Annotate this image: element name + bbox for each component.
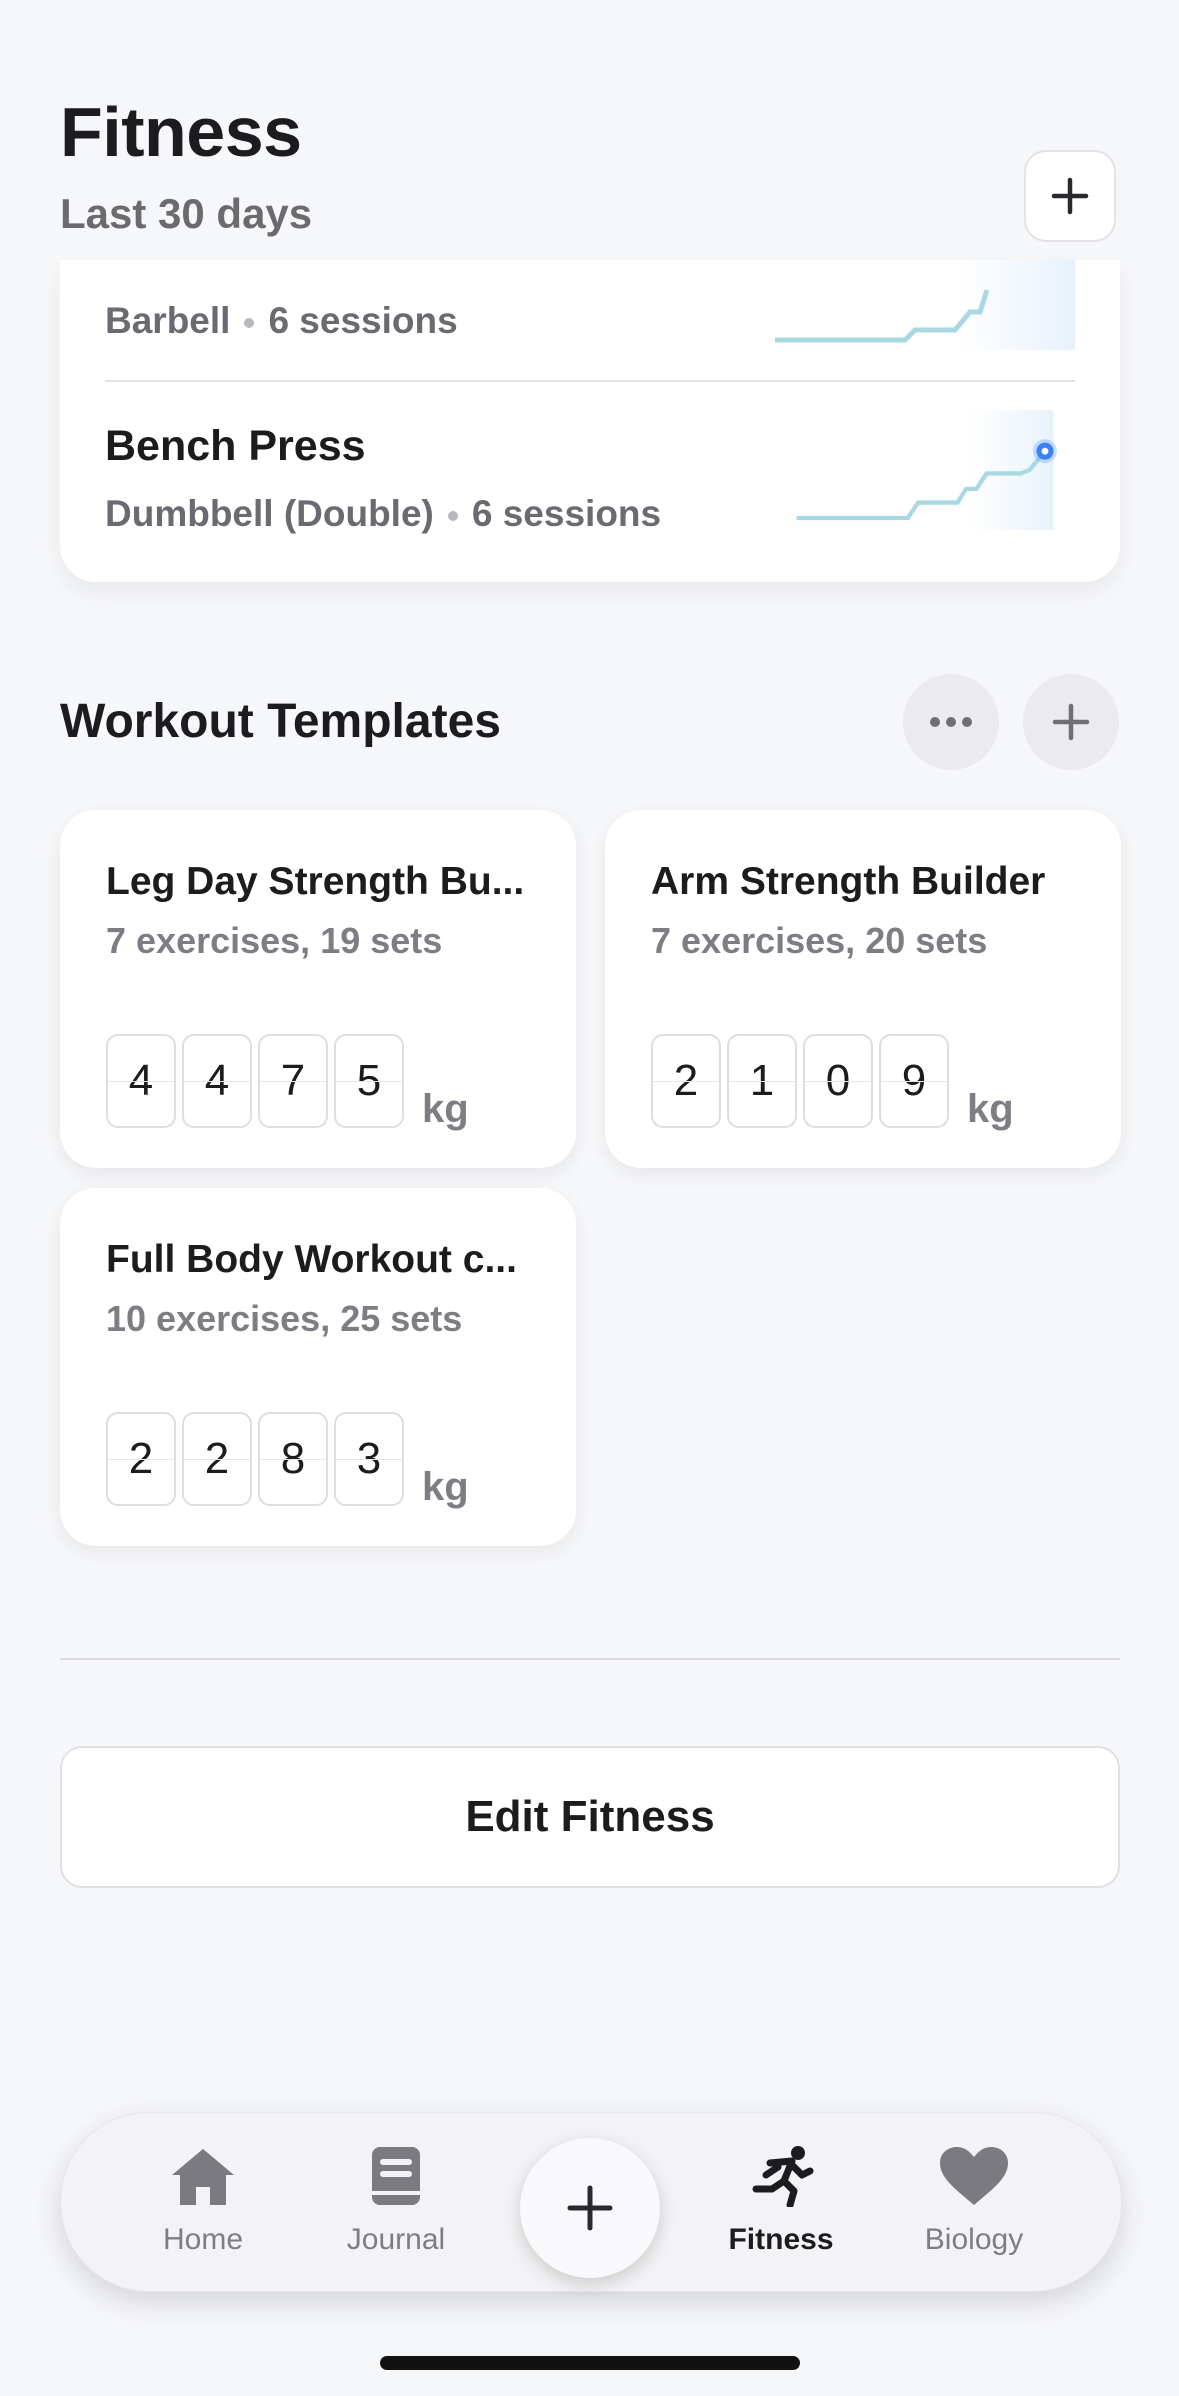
- volume-digit: 5: [334, 1034, 404, 1128]
- home-indicator: [380, 2356, 800, 2370]
- section-divider: [60, 1658, 1120, 1660]
- volume-unit: kg: [422, 1465, 469, 1509]
- plus-icon: [1052, 703, 1090, 741]
- exercise-list-card: Barbell 6 sessions Bench Press Dumbbell (…: [60, 260, 1120, 582]
- more-button[interactable]: [903, 674, 999, 770]
- volume-digit: 2: [106, 1412, 176, 1506]
- volume-digit: 9: [879, 1034, 949, 1128]
- template-name: Full Body Workout c...: [106, 1238, 517, 1281]
- exercise-sparkline: [796, 410, 1057, 530]
- volume-digit: 4: [182, 1034, 252, 1128]
- tab-label: Fitness: [728, 2223, 834, 2256]
- add-template-button[interactable]: [1023, 674, 1119, 770]
- add-button[interactable]: [1024, 150, 1116, 242]
- ellipsis-icon: [930, 717, 972, 727]
- quick-add-button[interactable]: [520, 2138, 660, 2278]
- template-card-arm-strength[interactable]: Arm Strength Builder 7 exercises, 20 set…: [605, 810, 1121, 1168]
- volume-digit: 2: [182, 1412, 252, 1506]
- template-card-leg-day[interactable]: Leg Day Strength Bu... 7 exercises, 19 s…: [60, 810, 576, 1168]
- tab-label: Journal: [346, 2223, 446, 2256]
- volume-digit: 7: [258, 1034, 328, 1128]
- heart-icon: [940, 2147, 1008, 2205]
- tab-journal[interactable]: Journal: [316, 2141, 476, 2257]
- page-subtitle: Last 30 days: [60, 190, 313, 237]
- volume-counter: 2 1 0 9 kg: [651, 1034, 1014, 1131]
- volume-unit: kg: [967, 1087, 1014, 1131]
- exercise-sparkline: [775, 260, 1075, 350]
- volume-digit: 0: [803, 1034, 873, 1128]
- tab-home[interactable]: Home: [123, 2141, 283, 2257]
- volume-digit: 4: [106, 1034, 176, 1128]
- tab-label: Biology: [924, 2223, 1024, 2256]
- section-title: Workout Templates: [60, 695, 501, 748]
- template-meta: 10 exercises, 25 sets: [106, 1298, 463, 1339]
- template-name: Arm Strength Builder: [651, 860, 1046, 903]
- home-icon: [172, 2149, 234, 2205]
- running-icon: [752, 2146, 814, 2207]
- volume-digit: 3: [334, 1412, 404, 1506]
- tab-label: Home: [162, 2223, 244, 2256]
- book-icon: [372, 2147, 420, 2205]
- volume-digit: 1: [727, 1034, 797, 1128]
- template-card-full-body[interactable]: Full Body Workout c... 10 exercises, 25 …: [60, 1188, 576, 1546]
- template-meta: 7 exercises, 20 sets: [651, 920, 988, 961]
- volume-counter: 4 4 7 5 kg: [106, 1034, 469, 1131]
- template-name: Leg Day Strength Bu...: [106, 860, 525, 903]
- plus-icon: [1051, 177, 1089, 215]
- page-title: Fitness: [60, 93, 302, 171]
- volume-digit: 8: [258, 1412, 328, 1506]
- template-meta: 7 exercises, 19 sets: [106, 920, 443, 961]
- edit-fitness-button[interactable]: Edit Fitness: [60, 1746, 1120, 1888]
- tab-fitness[interactable]: Fitness: [701, 2141, 861, 2257]
- row-divider: [105, 380, 1075, 382]
- volume-unit: kg: [422, 1087, 469, 1131]
- volume-counter: 2 2 8 3 kg: [106, 1412, 469, 1509]
- volume-digit: 2: [651, 1034, 721, 1128]
- tab-biology[interactable]: Biology: [894, 2141, 1054, 2257]
- plus-icon: [567, 2185, 613, 2231]
